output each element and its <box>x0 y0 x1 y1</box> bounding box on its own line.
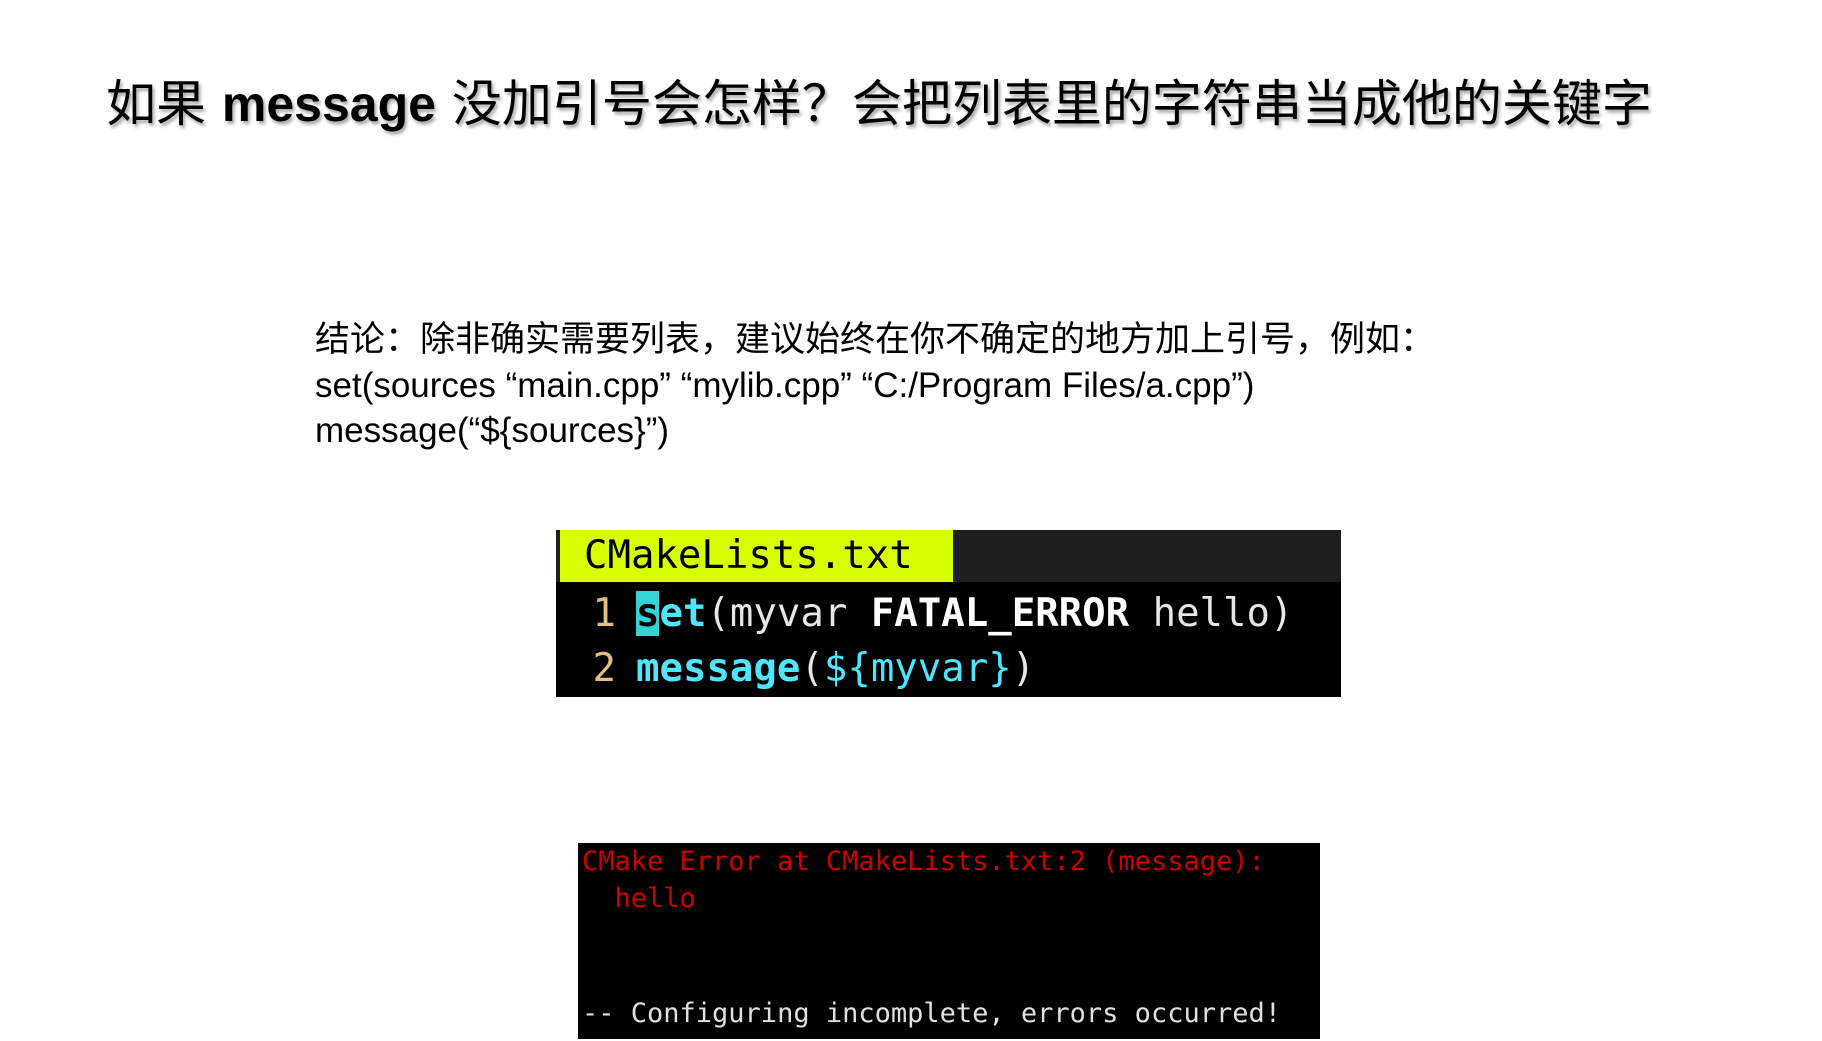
code-editor: CMakeLists.txt 1 set(myvar FATAL_ERROR he… <box>556 530 1341 697</box>
variable-reference: ${myvar} <box>823 646 1012 691</box>
line-number: 2 <box>592 646 616 691</box>
cmake-error-line: CMake Error at CMakeLists.txt:2 (message… <box>582 846 1265 877</box>
conclusion-block: 结论：除非确实需要列表，建议始终在你不确定的地方加上引号，例如： set(sou… <box>315 318 1435 453</box>
code-paren-open: ( <box>800 646 824 691</box>
set-function: et <box>659 591 707 636</box>
title-keyword: message <box>221 76 436 132</box>
configure-status-line: -- Configuring incomplete, errors occurr… <box>582 998 1281 1029</box>
text-cursor: s <box>636 591 660 636</box>
cmake-error-detail: hello <box>582 883 696 914</box>
slide: 如果 message 没加引号会怎样？会把列表里的字符串当成他的关键字 结论：除… <box>0 0 1822 1041</box>
slide-title: 如果 message 没加引号会怎样？会把列表里的字符串当成他的关键字 <box>106 68 1652 140</box>
code-line-2: 2 message(${myvar}) <box>556 641 1036 697</box>
example-set-line: set(sources “main.cpp” “mylib.cpp” “C:/P… <box>315 366 1255 405</box>
title-prefix: 如果 <box>106 75 222 133</box>
editor-tab-bar: CMakeLists.txt <box>556 530 1341 582</box>
message-function: message <box>636 646 801 691</box>
editor-tab-cmakelists[interactable]: CMakeLists.txt <box>560 530 953 582</box>
line-number: 1 <box>592 591 616 636</box>
conclusion-text: 结论：除非确实需要列表，建议始终在你不确定的地方加上引号，例如： <box>315 320 1436 360</box>
code-paren-close: ) <box>1011 646 1036 691</box>
title-suffix: 没加引号会怎样？会把列表里的字符串当成他的关键字 <box>435 75 1652 133</box>
code-line-1: 1 set(myvar FATAL_ERROR hello) <box>556 586 1293 642</box>
fatal-error-keyword: FATAL_ERROR <box>870 591 1130 636</box>
example-message-line: message(“${sources}”) <box>315 411 670 450</box>
code-args-rest: hello) <box>1129 591 1294 636</box>
terminal-output: CMake Error at CMakeLists.txt:2 (message… <box>578 843 1320 1039</box>
code-args-open: (myvar <box>706 591 871 636</box>
